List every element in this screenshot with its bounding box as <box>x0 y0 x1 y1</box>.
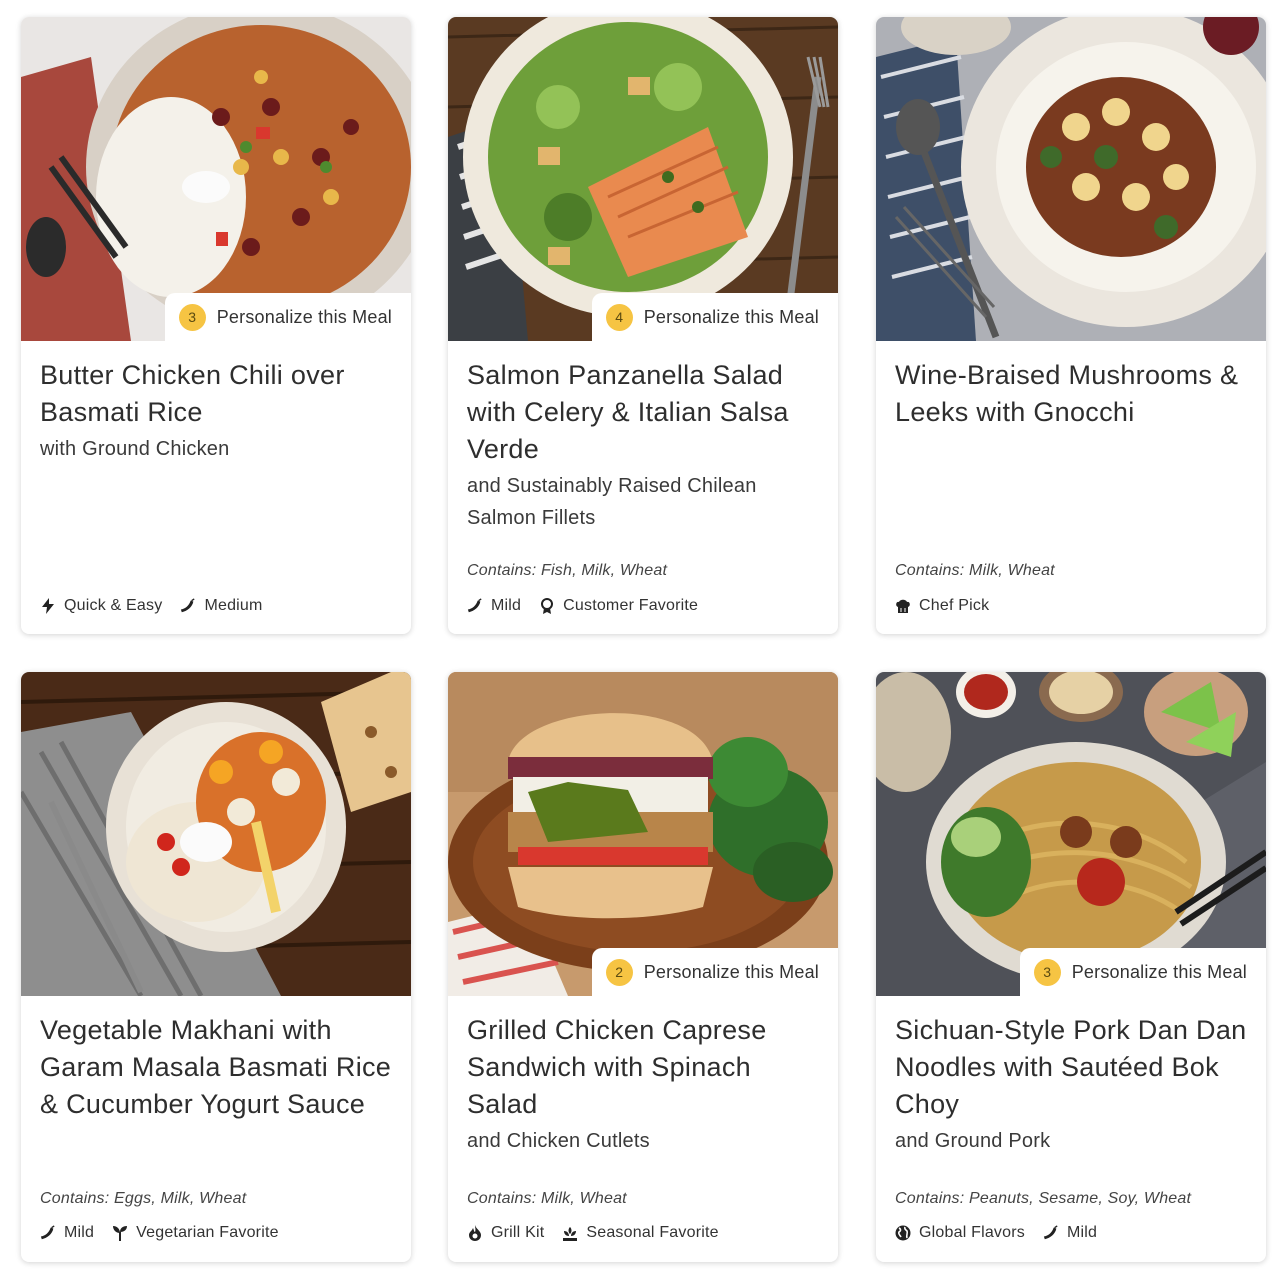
personalize-meal-button[interactable]: 3 Personalize this Meal <box>164 293 411 341</box>
flame-icon <box>467 1225 483 1241</box>
meal-photo-vegetable-makhani <box>21 672 411 996</box>
tag-chef-pick: Chef Pick <box>895 597 989 615</box>
meal-card[interactable]: Wine-Braised Mushrooms & Leeks with Gnoc… <box>876 17 1266 634</box>
tag-grill-kit: Grill Kit <box>467 1224 544 1242</box>
tag-label: Vegetarian Favorite <box>136 1224 279 1241</box>
chili-pepper-icon <box>1043 1225 1059 1241</box>
allergen-info: Contains: Eggs, Milk, Wheat <box>40 1190 247 1207</box>
personalize-count-badge: 3 <box>1033 958 1061 986</box>
meal-title: Vegetable Makhani with Garam Masala Basm… <box>40 1015 392 1119</box>
meal-photo-sichuan-dan-dan-noodles: 3 Personalize this Meal <box>876 672 1266 996</box>
tag-label: Customer Favorite <box>563 597 699 614</box>
personalize-meal-button[interactable]: 4 Personalize this Meal <box>591 293 838 341</box>
tag-label: Medium <box>204 597 263 614</box>
tag-vegetarian-favorite: Vegetarian Favorite <box>112 1224 279 1242</box>
award-ribbon-icon <box>539 598 555 614</box>
personalize-label: Personalize this Meal <box>216 306 392 327</box>
chili-pepper-icon <box>467 598 483 614</box>
chef-hat-icon <box>895 598 911 614</box>
tag-label: Mild <box>1066 1224 1098 1241</box>
allergen-info: Contains: Milk, Wheat <box>467 1190 627 1207</box>
meal-subtitle: and Ground Pork <box>895 1130 1051 1152</box>
tag-spice-level: Mild <box>40 1224 94 1242</box>
meal-tags: Chef Pick <box>895 597 989 615</box>
tag-label: Mild <box>64 1224 95 1241</box>
sprout-icon <box>112 1225 128 1241</box>
allergen-info: Contains: Fish, Milk, Wheat <box>467 562 668 579</box>
tag-spice-level: Mild <box>1043 1224 1097 1242</box>
personalize-label: Personalize this Meal <box>643 306 819 327</box>
meal-card[interactable]: 4 Personalize this Meal Salmon Panzanell… <box>448 17 838 634</box>
chili-pepper-icon <box>40 1225 56 1241</box>
tag-global-flavors: Global Flavors <box>895 1224 1025 1242</box>
tag-spice-level: Medium <box>180 597 262 615</box>
meal-title: Salmon Panzanella Salad with Celery & It… <box>467 360 789 464</box>
tag-customer-favorite: Customer Favorite <box>539 597 698 615</box>
tag-label: Global Flavors <box>919 1224 1025 1241</box>
personalize-label: Personalize this Meal <box>643 961 819 982</box>
allergen-info: Contains: Milk, Wheat <box>895 562 1055 579</box>
meal-card[interactable]: Vegetable Makhani with Garam Masala Basm… <box>21 672 411 1262</box>
meal-title: Wine-Braised Mushrooms & Leeks with Gnoc… <box>895 360 1239 427</box>
personalize-count-badge: 3 <box>178 303 206 331</box>
meal-photo-grilled-chicken-caprese: 2 Personalize this Meal <box>448 672 838 996</box>
tag-seasonal-favorite: Seasonal Favorite <box>562 1224 719 1242</box>
meal-subtitle: and Chicken Cutlets <box>467 1130 650 1152</box>
personalize-meal-button[interactable]: 3 Personalize this Meal <box>1019 948 1266 996</box>
meal-card[interactable]: 3 Personalize this Meal Butter Chicken C… <box>21 17 411 634</box>
meal-title: Sichuan-Style Pork Dan Dan Noodles with … <box>895 1015 1247 1119</box>
meal-tags: Quick & Easy Medium <box>40 597 263 615</box>
chili-pepper-icon <box>180 598 196 614</box>
meal-photo-butter-chicken-chili: 3 Personalize this Meal <box>21 17 411 341</box>
meal-tags: Grill Kit Seasonal Favorite <box>467 1224 719 1242</box>
meal-photo-wine-braised-mushrooms <box>876 17 1266 341</box>
globe-icon <box>895 1225 911 1241</box>
meal-card[interactable]: 2 Personalize this Meal Grilled Chicken … <box>448 672 838 1262</box>
tag-label: Grill Kit <box>491 1224 545 1241</box>
tag-spice-level: Mild <box>467 597 521 615</box>
meal-tags: Mild Customer Favorite <box>467 597 698 615</box>
tag-quick-easy: Quick & Easy <box>40 597 162 615</box>
allergen-info: Contains: Peanuts, Sesame, Soy, Wheat <box>895 1190 1192 1207</box>
lightning-icon <box>40 598 56 614</box>
meal-subtitle: with Ground Chicken <box>40 438 230 460</box>
tag-label: Quick & Easy <box>64 597 163 614</box>
tag-label: Mild <box>491 597 522 614</box>
meal-title: Butter Chicken Chili over Basmati Rice <box>40 360 345 427</box>
personalize-label: Personalize this Meal <box>1071 961 1247 982</box>
meal-tags: Mild Vegetarian Favorite <box>40 1224 279 1242</box>
meal-tags: Global Flavors Mild <box>895 1224 1097 1242</box>
personalize-meal-button[interactable]: 2 Personalize this Meal <box>591 948 838 996</box>
seasonal-plant-icon <box>562 1225 578 1241</box>
meal-subtitle: and Sustainably Raised Chilean Salmon Fi… <box>467 475 757 529</box>
personalize-count-badge: 2 <box>605 958 633 986</box>
tag-label: Seasonal Favorite <box>586 1224 719 1241</box>
tag-label: Chef Pick <box>919 597 990 614</box>
personalize-count-badge: 4 <box>605 303 633 331</box>
meal-card[interactable]: 3 Personalize this Meal Sichuan-Style Po… <box>876 672 1266 1262</box>
meal-photo-salmon-panzanella: 4 Personalize this Meal <box>448 17 838 341</box>
meal-title: Grilled Chicken Caprese Sandwich with Sp… <box>467 1015 767 1119</box>
